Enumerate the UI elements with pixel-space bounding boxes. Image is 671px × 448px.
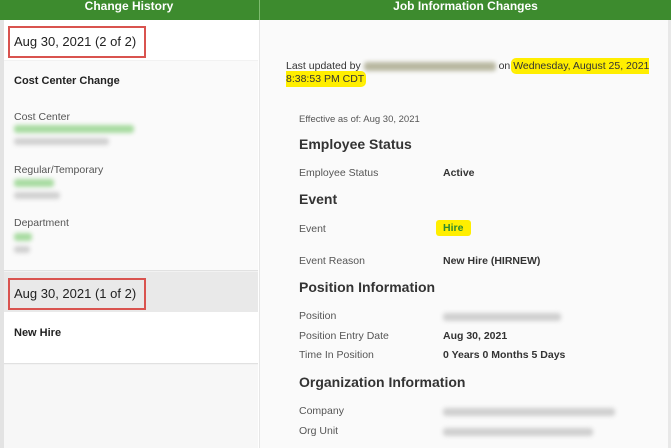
history-card-title: New Hire <box>14 327 62 339</box>
updated-by-name-redacted <box>363 61 496 71</box>
department-old-value <box>14 246 30 253</box>
position-entry-date-label: Position Entry Date <box>299 330 389 342</box>
history-date-label: Aug 30, 2021 (2 of 2) <box>8 26 147 58</box>
cost-center-label: Cost Center <box>14 111 71 123</box>
company-label: Company <box>299 405 344 417</box>
time-in-position-value: 0 Years 0 Months 5 Days <box>443 349 566 361</box>
regular-temporary-new-value <box>14 179 54 187</box>
last-updated-line: Last updated by on Wednesday, August 25,… <box>286 60 670 86</box>
history-date-row-1[interactable]: Aug 30, 2021 (1 of 2) <box>4 272 258 312</box>
job-information-changes-heading: Job Information Changes <box>259 0 671 20</box>
employee-status-label: Employee Status <box>299 167 379 179</box>
employee-status-value: Active <box>443 167 475 179</box>
section-title-event: Event <box>299 191 338 207</box>
history-panel-empty-area <box>4 365 258 448</box>
org-unit-label: Org Unit <box>299 425 339 437</box>
org-unit-value-redacted <box>443 428 593 436</box>
history-card-new-hire[interactable]: New Hire <box>4 312 258 364</box>
position-entry-date-value: Aug 30, 2021 <box>443 330 508 342</box>
history-card-cost-center-change[interactable]: Cost Center Change Cost Center Regular/T… <box>4 61 258 271</box>
department-new-value <box>14 233 32 241</box>
history-date-row-2[interactable]: Aug 30, 2021 (2 of 2) <box>4 20 258 60</box>
section-title-employee-status: Employee Status <box>299 136 412 152</box>
department-label: Department <box>14 217 69 229</box>
change-history-heading: Change History <box>84 0 174 13</box>
history-date-label: Aug 30, 2021 (1 of 2) <box>8 278 147 310</box>
event-reason-value: New Hire (HIRNEW) <box>443 255 541 267</box>
time-in-position-label: Time In Position <box>299 349 374 361</box>
last-updated-prefix: Last updated by <box>286 60 361 72</box>
job-information-panel: Last updated by on Wednesday, August 25,… <box>259 20 671 448</box>
section-title-position-information: Position Information <box>299 279 436 295</box>
change-history-panel: Aug 30, 2021 (2 of 2) Cost Center Change… <box>0 20 258 448</box>
position-value-redacted <box>443 313 561 321</box>
regular-temporary-label: Regular/Temporary <box>14 164 104 176</box>
history-card-title: Cost Center Change <box>14 75 120 87</box>
effective-date: Effective as of: Aug 30, 2021 <box>299 114 420 125</box>
event-value: Hire <box>436 220 472 236</box>
cost-center-new-value <box>14 125 134 133</box>
event-reason-label: Event Reason <box>299 255 365 267</box>
cost-center-old-value <box>14 138 109 145</box>
event-label: Event <box>299 223 326 235</box>
regular-temporary-old-value <box>14 192 60 199</box>
company-value-redacted <box>443 408 615 416</box>
header-bar: Change History Job Information Changes <box>0 0 671 20</box>
section-title-organization-information: Organization Information <box>299 374 466 390</box>
position-label: Position <box>299 310 337 322</box>
last-updated-on: on <box>498 60 511 72</box>
